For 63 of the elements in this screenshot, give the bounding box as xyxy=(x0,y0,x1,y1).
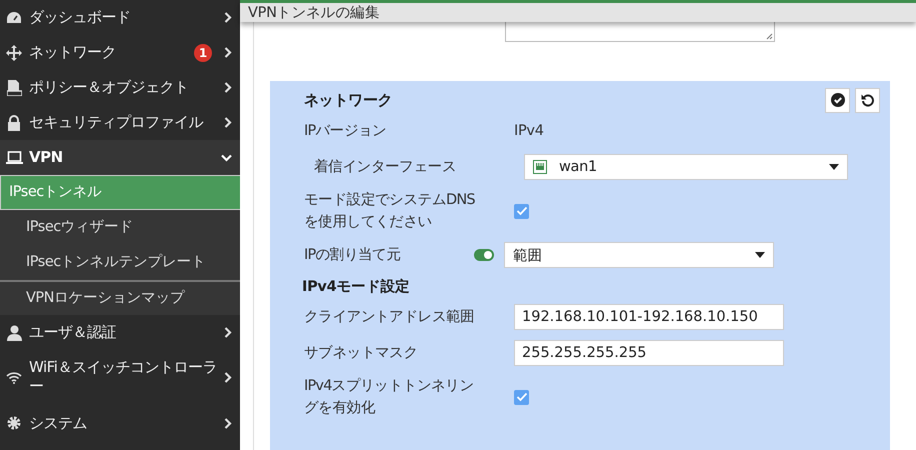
menu-label: ダッシュボード xyxy=(29,8,132,27)
sidebar-item[interactable]: WiFi＆スイッチコントローラー xyxy=(0,350,240,404)
checkbox[interactable] xyxy=(514,390,529,404)
chevron-right-icon xyxy=(224,117,232,128)
field-label: IPの割り当て元 xyxy=(304,246,402,265)
chevron-right-icon xyxy=(224,327,232,338)
sidebar-item[interactable]: ダッシュボード xyxy=(0,0,240,35)
page-title: VPNトンネルの編集 xyxy=(248,4,380,22)
sidebar-item[interactable]: ネットワーク 1 xyxy=(0,35,240,70)
resize-grip-icon[interactable] xyxy=(766,33,773,40)
toggle-switch[interactable] xyxy=(474,249,494,261)
field-label: サブネットマスク xyxy=(304,344,419,363)
menu-label: ネットワーク xyxy=(29,43,117,62)
wifi-icon xyxy=(6,370,22,384)
text-area[interactable] xyxy=(505,22,775,42)
revert-button[interactable] xyxy=(855,88,880,112)
chevron-right-icon xyxy=(224,418,232,428)
undo-icon xyxy=(860,93,874,107)
menu-label: WiFi＆スイッチコントローラー xyxy=(29,358,218,396)
lock-icon xyxy=(7,114,21,130)
gauge-icon xyxy=(6,10,22,24)
document-icon xyxy=(6,80,22,96)
chevron-right-icon xyxy=(224,372,232,382)
caret-down-icon xyxy=(829,164,839,170)
sidebar-item[interactable]: システム xyxy=(0,408,240,438)
chevron-down-icon xyxy=(221,154,232,162)
menu-label: セキュリティプロファイル xyxy=(29,113,204,132)
field-label: 着信インターフェース xyxy=(313,158,458,177)
sidebar-item[interactable]: ユーザ＆認証 xyxy=(0,315,240,350)
dropdown[interactable]: 範囲 xyxy=(504,242,774,268)
apply-button[interactable] xyxy=(825,88,850,112)
user-icon xyxy=(6,324,22,340)
menu-label: システム xyxy=(29,414,88,432)
field-value: IPv4 xyxy=(514,123,544,139)
section-title: ネットワーク xyxy=(304,90,392,110)
sidebar-item[interactable]: VPN xyxy=(0,140,240,175)
input-field[interactable]: 255.255.255.255 xyxy=(514,340,784,366)
check-circle-icon xyxy=(830,93,844,107)
sidebar-item[interactable]: セキュリティプロファイル xyxy=(0,105,240,140)
dropdown[interactable]: wan1 xyxy=(524,154,848,180)
chevron-right-icon xyxy=(224,12,232,23)
laptop-icon xyxy=(6,150,22,164)
field-label: モード設定でシステムDNSを使用してください xyxy=(304,190,476,232)
field-label: IPバージョン xyxy=(304,122,388,141)
menu-label: ポリシー＆オブジェクト xyxy=(29,78,190,97)
chevron-right-icon xyxy=(224,82,232,93)
caret-down-icon xyxy=(755,252,765,258)
field-label: クライアントアドレス範囲 xyxy=(304,308,476,327)
menu-label: VPN xyxy=(29,148,64,167)
notification-badge: 1 xyxy=(194,44,212,62)
sidebar-item[interactable]: ポリシー＆オブジェクト xyxy=(0,70,240,105)
checkbox[interactable] xyxy=(514,204,529,218)
submenu-item[interactable]: VPNロケーションマップ xyxy=(0,280,240,315)
submenu-item[interactable]: IPsecトンネルテンプレート xyxy=(0,245,240,280)
input-field[interactable]: 192.168.10.101-192.168.10.150 xyxy=(514,304,784,330)
menu-label: ユーザ＆認証 xyxy=(29,323,117,342)
section-heading: IPv4モード設定 xyxy=(302,278,411,296)
move-arrows-icon xyxy=(6,44,22,60)
submenu-item[interactable]: IPsecウィザード xyxy=(0,210,240,245)
chevron-right-icon xyxy=(224,47,232,58)
field-label: IPv4スプリットトンネリングを有効化 xyxy=(304,376,475,418)
network-port-icon xyxy=(533,160,547,174)
gear-icon xyxy=(6,415,22,431)
